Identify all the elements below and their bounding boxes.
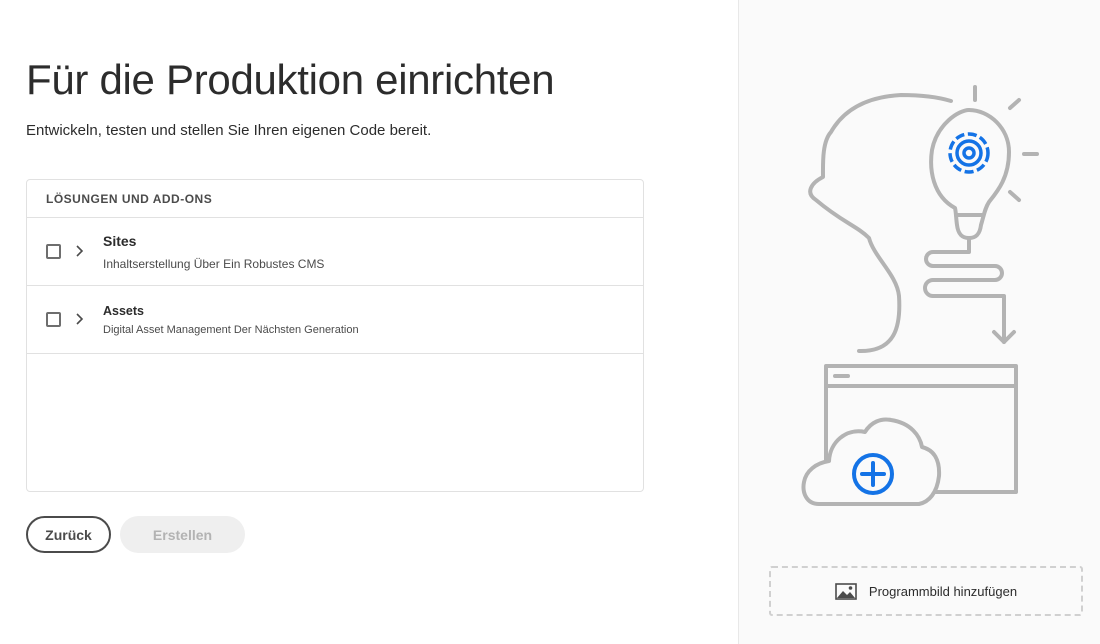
add-program-image-button[interactable]: Programmbild hinzufügen: [769, 566, 1083, 616]
assets-checkbox[interactable]: [46, 312, 61, 327]
page-subtitle: Entwickeln, testen und stellen Sie Ihren…: [26, 122, 432, 139]
solution-row-sites[interactable]: Sites Inhaltserstellung Über Ein Robuste…: [27, 218, 643, 286]
illustration-sidebar: Programmbild hinzufügen: [738, 0, 1100, 644]
solution-row-assets[interactable]: Assets Digital Asset Management Der Näch…: [27, 286, 643, 354]
solution-title: Sites: [103, 233, 137, 249]
add-image-label: Programmbild hinzufügen: [868, 583, 1018, 599]
create-button[interactable]: Erstellen: [120, 516, 245, 553]
back-button[interactable]: Zurück: [26, 516, 111, 553]
head-lightbulb-gear-illustration: [801, 85, 1039, 506]
solution-description: Inhaltserstellung Über Ein Robustes CMS: [103, 257, 325, 271]
main-content: Für die Produktion einrichten Entwickeln…: [0, 0, 738, 644]
chevron-right-icon[interactable]: [74, 311, 86, 327]
gear-icon: [948, 132, 990, 174]
solution-title: Assets: [103, 304, 144, 318]
solution-description: Digital Asset Management Der Nächsten Ge…: [103, 324, 359, 336]
sites-checkbox[interactable]: [46, 244, 61, 259]
image-icon: [835, 582, 857, 600]
panel-header: LÖSUNGEN UND ADD-ONS: [27, 180, 643, 218]
page-title: Für die Produktion einrichten: [26, 56, 555, 103]
chevron-right-icon[interactable]: [74, 243, 86, 259]
solutions-panel: LÖSUNGEN UND ADD-ONS Sites Inhaltserstel…: [26, 179, 644, 492]
